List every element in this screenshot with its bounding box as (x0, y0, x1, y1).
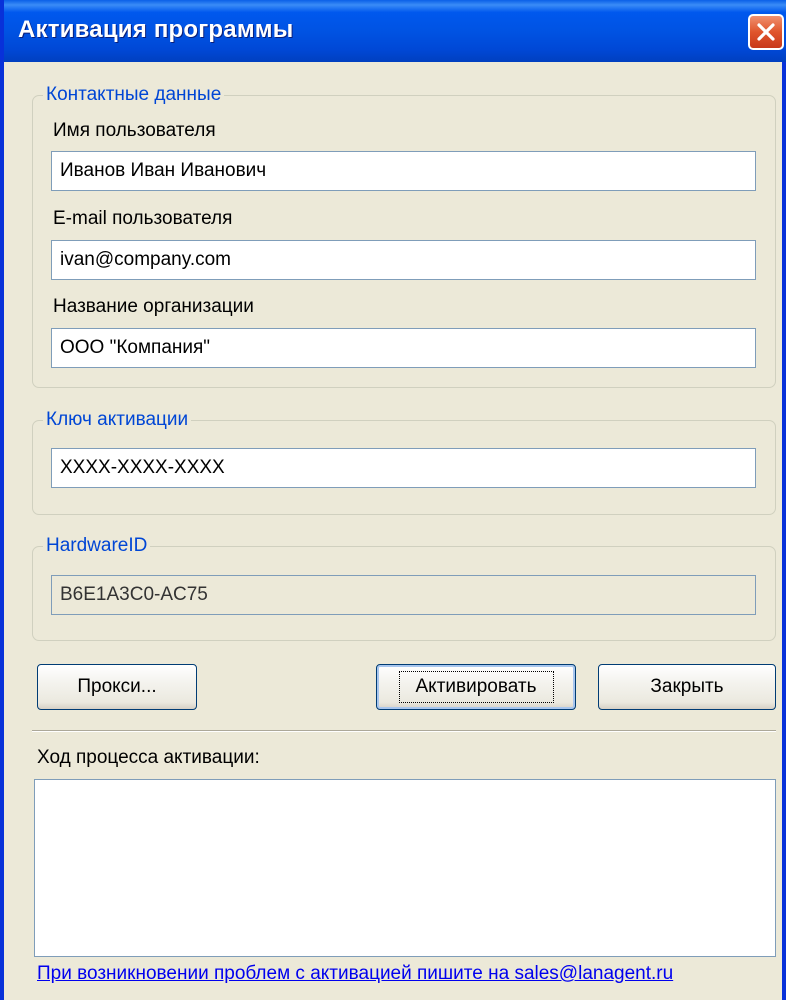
title-bar[interactable]: Активация программы (4, 0, 786, 62)
activate-button-label: Активировать (398, 671, 554, 703)
activate-button[interactable]: Активировать (376, 664, 576, 710)
hardware-id-field (51, 575, 756, 615)
activation-key-input[interactable] (51, 448, 756, 488)
close-button-label: Закрыть (650, 676, 724, 697)
close-window-button[interactable] (748, 14, 784, 50)
close-icon (757, 23, 775, 41)
contacts-legend: Контактные данные (43, 84, 225, 106)
proxy-button[interactable]: Прокси... (37, 664, 197, 710)
proxy-button-label: Прокси... (77, 676, 157, 697)
close-button[interactable]: Закрыть (598, 664, 776, 710)
username-label: Имя пользователя (53, 120, 216, 141)
activation-key-legend: Ключ активации (43, 409, 192, 431)
organization-label: Название организации (53, 296, 254, 317)
window-title: Активация программы (18, 16, 294, 43)
support-email-link[interactable]: При возникновении проблем с активацией п… (37, 962, 673, 986)
activation-progress-log[interactable] (34, 779, 776, 957)
email-input[interactable] (51, 240, 756, 280)
separator (32, 730, 776, 732)
hardware-id-legend: HardwareID (43, 535, 151, 557)
username-input[interactable] (51, 151, 756, 191)
organization-input[interactable] (51, 328, 756, 368)
email-label: E-mail пользователя (53, 208, 233, 229)
activation-dialog: Активация программы Контактные данные Им… (0, 0, 786, 1000)
progress-label: Ход процесса активации: (37, 747, 260, 768)
